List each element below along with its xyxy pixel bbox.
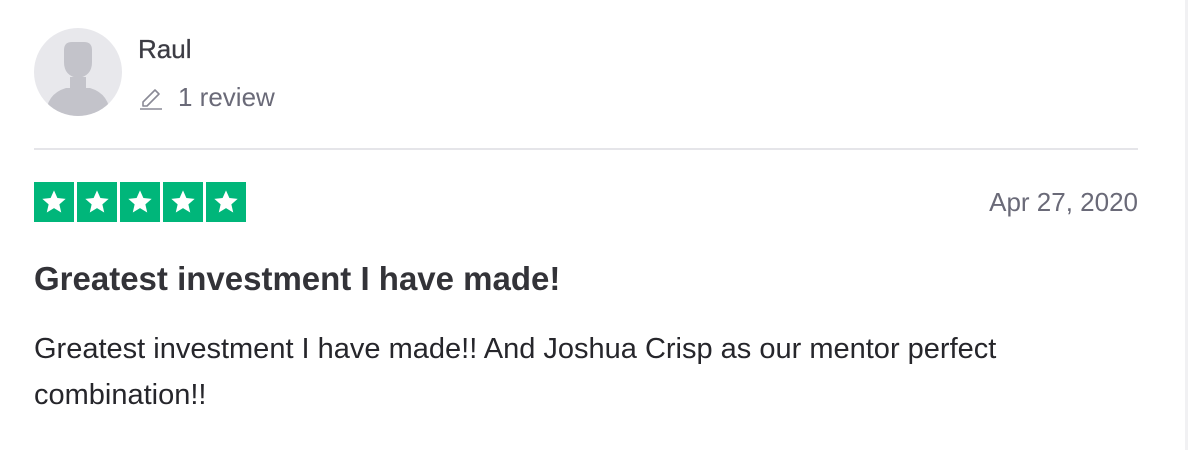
review-count: 1 review [138,80,275,114]
review-date: Apr 27, 2020 [989,187,1138,217]
pencil-icon [138,84,164,110]
user-silhouette-icon [46,42,110,116]
star-icon [77,182,117,222]
star-icon [163,182,203,222]
star-rating [34,182,246,222]
review-card: Raul 1 review Apr 27, 2020 Greatest inve… [34,0,1138,450]
star-icon [34,182,74,222]
review-count-label: 1 review [178,82,275,112]
consumer-name[interactable]: Raul [138,33,192,65]
star-icon [206,182,246,222]
consumer-info: Raul 1 review [34,28,1138,118]
avatar[interactable] [34,28,122,116]
star-icon [120,182,160,222]
review-body: Greatest investment I have made!! And Jo… [34,333,997,411]
review-title[interactable]: Greatest investment I have made! [34,258,560,300]
divider [34,148,1138,150]
